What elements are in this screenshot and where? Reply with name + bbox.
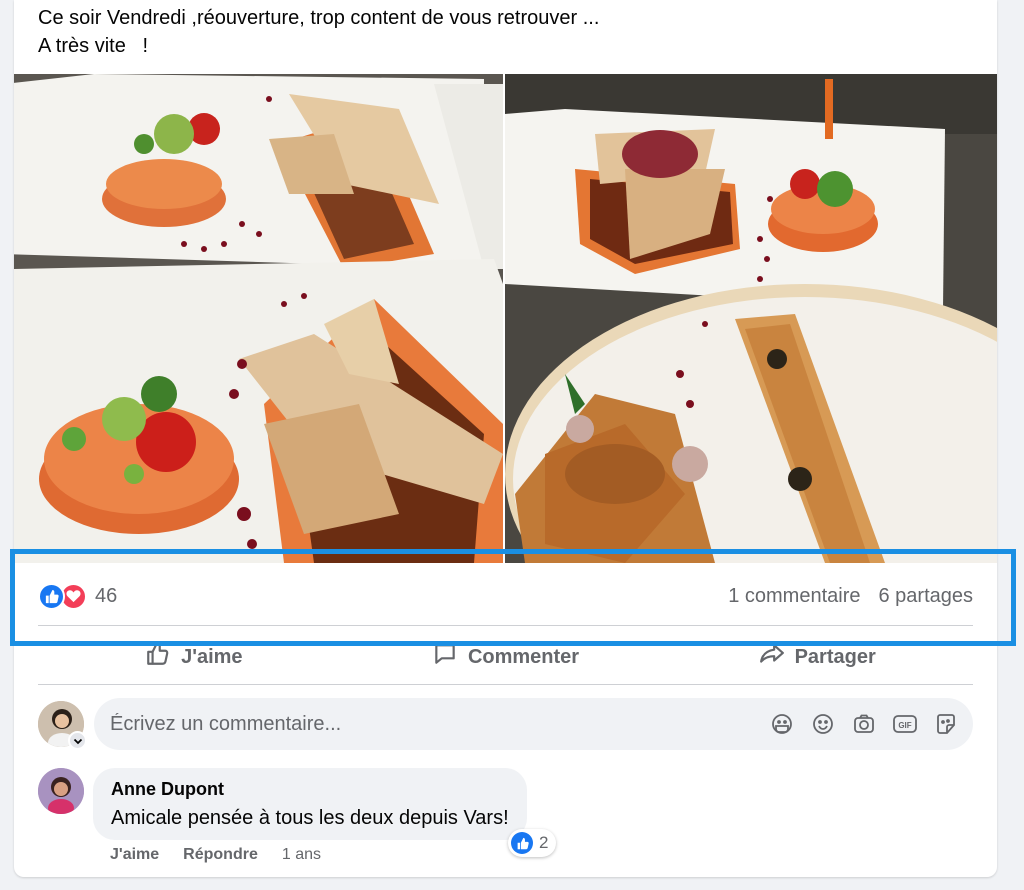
post-text: Ce soir Vendredi ,réouverture, trop cont… (38, 4, 599, 60)
reaction-count: 46 (95, 584, 118, 607)
current-user-avatar[interactable] (38, 701, 87, 753)
photo-grid (14, 74, 997, 563)
comment-timestamp[interactable]: 1 ans (282, 846, 321, 864)
comment-reaction-badge[interactable]: 2 (508, 829, 557, 857)
post-actions: J'aime Commenter Partager (38, 640, 973, 674)
comment-button[interactable]: Commenter (350, 640, 662, 674)
divider (38, 625, 973, 626)
comment-reply-link[interactable]: Répondre (183, 846, 258, 864)
post-text-line-2: A très vite ! (38, 35, 149, 57)
comment-input[interactable] (110, 712, 768, 736)
comment-bubble: Anne Dupont Amicale pensée à tous les de… (93, 768, 527, 840)
shares-count-link[interactable]: 6 partages (878, 585, 973, 608)
divider (38, 684, 973, 685)
comment-text: Amicale pensée à tous les deux depuis Va… (111, 807, 509, 829)
thumbs-up-icon (145, 641, 171, 673)
comment-composer: GIF (38, 697, 973, 753)
post-card: Ce soir Vendredi ,réouverture, trop cont… (14, 0, 997, 877)
comment-label: Commenter (467, 645, 580, 668)
emoji-icon[interactable] (809, 711, 836, 738)
comment-icon (432, 641, 458, 673)
comment-reaction-count: 2 (539, 833, 549, 852)
commenter-avatar[interactable] (38, 768, 84, 814)
reaction-icons[interactable]: 46 (38, 582, 118, 610)
comments-count-link[interactable]: 1 commentaire (728, 585, 860, 608)
share-button[interactable]: Partager (661, 640, 973, 674)
like-button[interactable]: J'aime (38, 640, 350, 674)
sticker-icon[interactable] (768, 711, 795, 738)
like-label: J'aime (181, 645, 243, 668)
comment-author[interactable]: Anne Dupont (111, 778, 509, 800)
like-reaction-icon (38, 582, 65, 610)
comment-input-box[interactable]: GIF (94, 698, 973, 750)
avatar-sticker-icon[interactable] (932, 711, 959, 738)
share-label: Partager (794, 645, 876, 668)
post-stats: 46 1 commentaire 6 partages (38, 578, 973, 614)
photo-right[interactable] (505, 74, 997, 563)
share-arrow-icon (759, 641, 785, 673)
like-reaction-icon (511, 832, 533, 854)
comment-like-link[interactable]: J'aime (110, 846, 159, 864)
svg-text:GIF: GIF (898, 721, 911, 730)
gif-icon[interactable]: GIF (891, 711, 918, 738)
chevron-down-icon[interactable] (68, 731, 87, 750)
post-text-line-1: Ce soir Vendredi ,réouverture, trop cont… (38, 7, 600, 29)
camera-icon[interactable] (850, 711, 877, 738)
comment-actions: J'aime Répondre 1 ans (110, 846, 321, 864)
photo-left[interactable] (14, 74, 503, 563)
